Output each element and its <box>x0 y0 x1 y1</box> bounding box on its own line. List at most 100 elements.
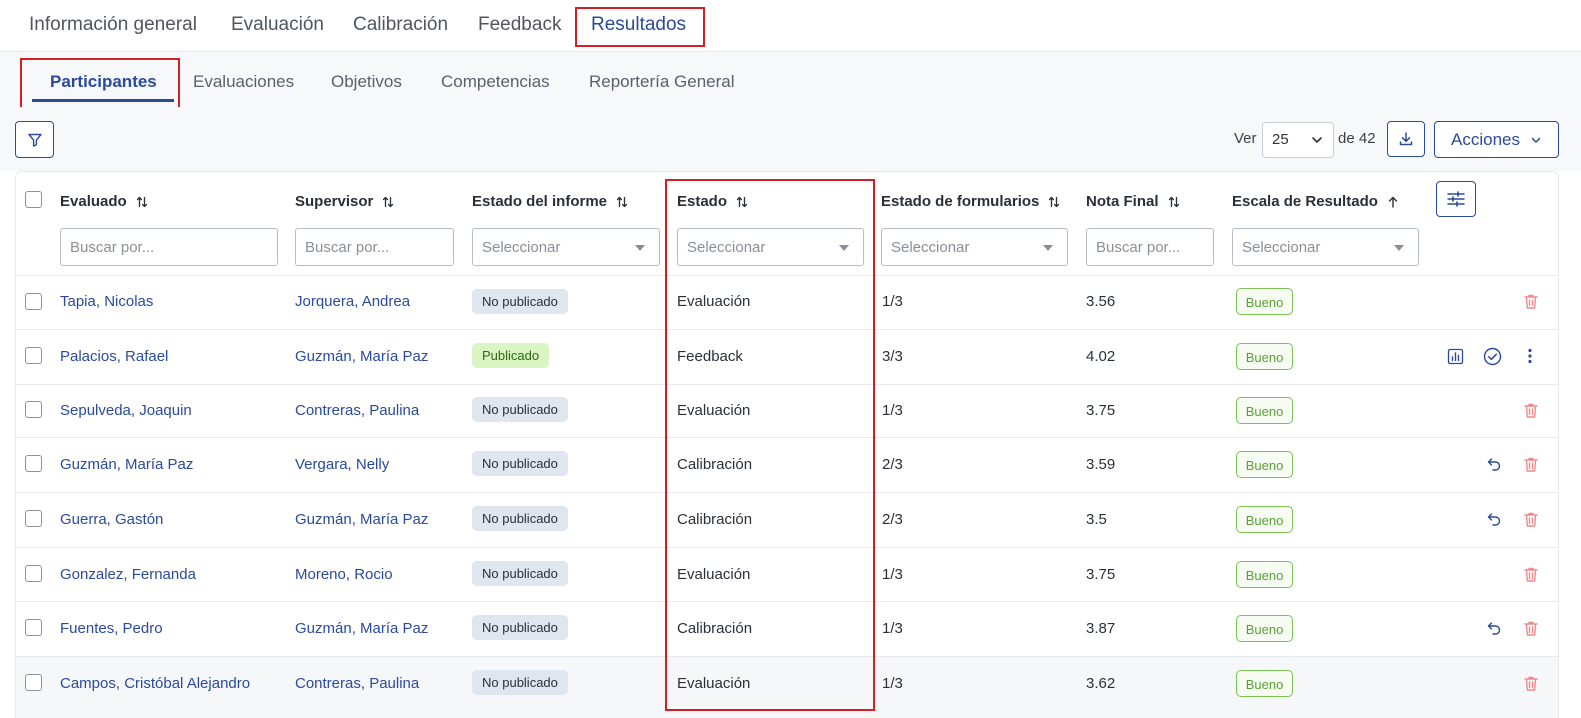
column-label: Estado <box>677 193 728 210</box>
select-placeholder: Seleccionar <box>482 239 561 256</box>
subtab-reporteria-general[interactable]: Reportería General <box>589 72 735 92</box>
column-header-estado-informe[interactable]: Estado del informe <box>472 193 629 210</box>
row-checkbox[interactable] <box>25 674 42 691</box>
tab-resultados[interactable]: Resultados <box>591 14 686 36</box>
table-row <box>16 275 1558 329</box>
trash-icon[interactable] <box>1521 618 1541 638</box>
filter-estado-formularios-select[interactable]: Seleccionar <box>881 228 1068 266</box>
estado-cell: Calibración <box>677 456 753 473</box>
column-header-estado[interactable]: Estado <box>677 193 749 210</box>
nota-final-cell: 3.75 <box>1086 402 1116 419</box>
formularios-cell: 1/3 <box>882 675 903 692</box>
row-checkbox[interactable] <box>25 401 42 418</box>
row-checkbox[interactable] <box>25 455 42 472</box>
evaluado-link[interactable]: Tapia, Nicolas <box>60 293 153 310</box>
check-circle-icon[interactable] <box>1482 346 1502 366</box>
row-checkbox[interactable] <box>25 565 42 582</box>
filter-escala-select[interactable]: Seleccionar <box>1232 228 1419 266</box>
sub-tabs: Participantes Evaluaciones Objetivos Com… <box>0 52 1581 107</box>
filter-evaluado-input[interactable]: Buscar por... <box>60 228 278 266</box>
acciones-label: Acciones <box>1451 129 1520 149</box>
top-tabs: Información general Evaluación Calibraci… <box>0 0 1581 52</box>
evaluado-link[interactable]: Campos, Cristóbal Alejandro <box>60 675 250 692</box>
estado-cell: Evaluación <box>677 402 751 419</box>
row-checkbox[interactable] <box>25 347 42 364</box>
subtab-competencias[interactable]: Competencias <box>441 72 550 92</box>
nota-final-cell: 3.87 <box>1086 620 1116 637</box>
result-scale-badge: Bueno <box>1236 561 1293 588</box>
supervisor-link[interactable]: Jorquera, Andrea <box>295 293 410 310</box>
column-header-nota-final[interactable]: Nota Final <box>1086 193 1181 210</box>
table-row <box>16 547 1558 601</box>
trash-icon[interactable] <box>1521 454 1541 474</box>
dropdown-arrow-icon <box>635 245 645 251</box>
sliders-icon <box>1447 191 1465 207</box>
row-checkbox[interactable] <box>25 619 42 636</box>
select-all-checkbox[interactable] <box>25 191 42 208</box>
supervisor-link[interactable]: Contreras, Paulina <box>295 402 419 419</box>
estado-cell: Calibración <box>677 620 753 637</box>
supervisor-link[interactable]: Guzmán, María Paz <box>295 348 428 365</box>
undo-icon[interactable] <box>1484 618 1504 638</box>
formularios-cell: 1/3 <box>882 566 903 583</box>
subtab-objetivos[interactable]: Objetivos <box>331 72 402 92</box>
select-placeholder: Seleccionar <box>891 239 970 256</box>
trash-icon[interactable] <box>1521 509 1541 529</box>
supervisor-link[interactable]: Vergara, Nelly <box>295 456 389 473</box>
subtab-evaluaciones[interactable]: Evaluaciones <box>193 72 294 92</box>
report-status-badge: No publicado <box>472 670 568 695</box>
evaluado-link[interactable]: Fuentes, Pedro <box>60 620 163 637</box>
undo-icon[interactable] <box>1484 509 1504 529</box>
page-size-select[interactable]: 25 <box>1262 122 1334 158</box>
evaluado-link[interactable]: Guerra, Gastón <box>60 511 163 528</box>
supervisor-link[interactable]: Contreras, Paulina <box>295 675 419 692</box>
download-button[interactable] <box>1387 121 1425 157</box>
column-settings-button[interactable] <box>1436 181 1476 217</box>
filter-estado-informe-select[interactable]: Seleccionar <box>472 228 660 266</box>
report-status-badge: No publicado <box>472 615 568 640</box>
filter-estado-select[interactable]: Seleccionar <box>677 228 864 266</box>
trash-icon[interactable] <box>1521 564 1541 584</box>
estado-cell: Feedback <box>677 348 743 365</box>
supervisor-link[interactable]: Moreno, Rocio <box>295 566 393 583</box>
filter-nota-final-input[interactable]: Buscar por... <box>1086 228 1214 266</box>
formularios-cell: 1/3 <box>882 402 903 419</box>
subtab-participantes[interactable]: Participantes <box>50 72 157 92</box>
supervisor-link[interactable]: Guzmán, María Paz <box>295 620 428 637</box>
page-size-label: Ver <box>1234 130 1257 147</box>
supervisor-link[interactable]: Guzmán, María Paz <box>295 511 428 528</box>
formularios-cell: 3/3 <box>882 348 903 365</box>
row-checkbox[interactable] <box>25 510 42 527</box>
evaluado-link[interactable]: Palacios, Rafael <box>60 348 168 365</box>
result-scale-badge: Bueno <box>1236 670 1293 697</box>
bar-chart-icon[interactable] <box>1445 346 1465 366</box>
acciones-button[interactable]: Acciones <box>1434 121 1559 158</box>
table-row <box>16 437 1558 492</box>
row-checkbox[interactable] <box>25 293 42 310</box>
column-header-escala[interactable]: Escala de Resultado <box>1232 193 1400 210</box>
tab-evaluacion[interactable]: Evaluación <box>231 14 324 36</box>
tab-informacion-general[interactable]: Información general <box>29 14 197 36</box>
estado-cell: Evaluación <box>677 293 751 310</box>
evaluado-link[interactable]: Gonzalez, Fernanda <box>60 566 196 583</box>
filter-supervisor-input[interactable]: Buscar por... <box>295 228 454 266</box>
column-header-estado-formularios[interactable]: Estado de formularios <box>881 193 1061 210</box>
more-vertical-icon[interactable] <box>1520 346 1540 366</box>
estado-cell: Evaluación <box>677 566 751 583</box>
column-label: Escala de Resultado <box>1232 193 1378 210</box>
sort-ascending-icon <box>1388 196 1398 208</box>
tab-calibracion[interactable]: Calibración <box>353 14 448 36</box>
trash-icon[interactable] <box>1521 673 1541 693</box>
evaluado-link[interactable]: Guzmán, María Paz <box>60 456 193 473</box>
sort-icon <box>616 196 628 207</box>
sort-icon <box>1049 196 1060 207</box>
formularios-cell: 2/3 <box>882 511 903 528</box>
trash-icon[interactable] <box>1521 291 1541 311</box>
filter-button[interactable] <box>15 121 54 158</box>
undo-icon[interactable] <box>1484 454 1504 474</box>
tab-feedback[interactable]: Feedback <box>478 14 561 36</box>
column-header-supervisor[interactable]: Supervisor <box>295 193 395 210</box>
trash-icon[interactable] <box>1521 400 1541 420</box>
evaluado-link[interactable]: Sepulveda, Joaquin <box>60 402 192 419</box>
column-header-evaluado[interactable]: Evaluado <box>60 193 149 210</box>
